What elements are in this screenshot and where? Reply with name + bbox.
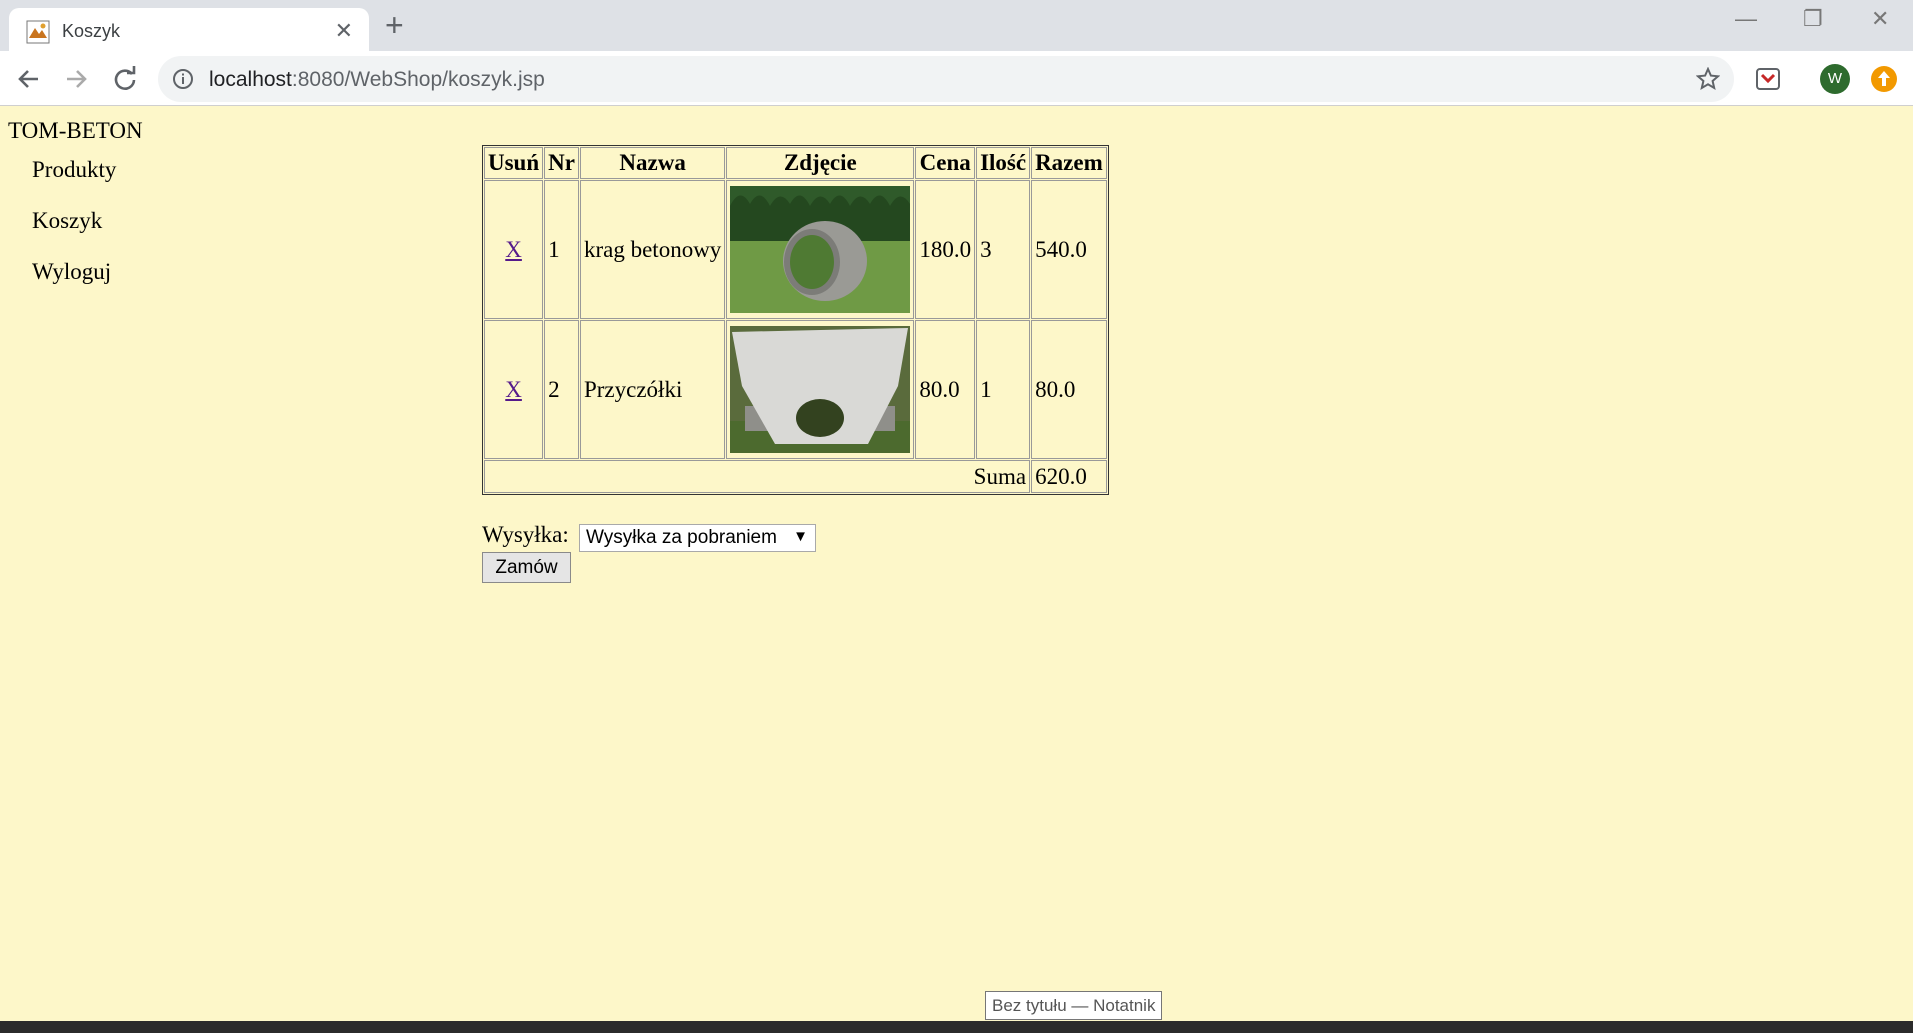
item-nr: 1 — [544, 180, 579, 319]
header-zdjecie: Zdjęcie — [726, 147, 915, 179]
shipping-label: Wysyłka: — [482, 522, 569, 547]
header-ilosc: Ilość — [976, 147, 1031, 179]
profile-avatar[interactable]: W — [1820, 64, 1850, 94]
concrete-ring-photo — [730, 186, 911, 313]
table-row: X 1 krag betonowy 180.0 3 540.0 — [484, 180, 1107, 319]
new-tab-icon[interactable]: + — [385, 8, 404, 42]
address-bar[interactable]: localhost:8080/WebShop/koszyk.jsp — [158, 56, 1734, 102]
concrete-abutment-photo — [730, 326, 911, 453]
minimize-icon[interactable]: — — [1735, 6, 1757, 32]
url-host: localhost — [209, 68, 292, 91]
menu-item-koszyk[interactable]: Koszyk — [32, 207, 116, 235]
item-qty: 1 — [976, 320, 1031, 459]
photo-cell — [726, 180, 915, 319]
sum-value: 620.0 — [1031, 460, 1107, 493]
item-name: Przyczółki — [579, 320, 726, 459]
photo-cell — [726, 320, 915, 459]
back-icon[interactable] — [14, 64, 44, 94]
header-nr: Nr — [544, 147, 579, 179]
item-name: krag betonowy — [579, 180, 726, 319]
order-button[interactable]: Zamów — [482, 552, 571, 583]
update-icon[interactable] — [1869, 64, 1899, 94]
sum-label: Suma — [484, 460, 1031, 493]
item-price: 180.0 — [915, 180, 976, 319]
remove-item-link[interactable]: X — [505, 377, 522, 402]
browser-toolbar: localhost:8080/WebShop/koszyk.jsp W — [0, 51, 1913, 106]
tab-close-icon[interactable]: ✕ — [335, 18, 353, 44]
item-total: 80.0 — [1031, 320, 1107, 459]
sum-row: Suma 620.0 — [484, 460, 1107, 493]
remove-cell: X — [484, 180, 544, 319]
os-taskbar — [0, 1021, 1913, 1033]
cart-header-row: Usuń Nr Nazwa Zdjęcie Cena Ilość Razem — [484, 147, 1107, 179]
site-brand: TOM-BETON — [8, 118, 143, 143]
side-menu: Produkty Koszyk Wyloguj — [32, 156, 116, 309]
item-qty: 3 — [976, 180, 1031, 319]
window-close-icon[interactable]: ✕ — [1871, 6, 1889, 32]
header-nazwa: Nazwa — [579, 147, 726, 179]
browser-tab-bar: Koszyk ✕ + — ❐ ✕ — [0, 0, 1913, 51]
restore-icon[interactable]: ❐ — [1803, 6, 1823, 32]
remove-item-link[interactable]: X — [505, 237, 522, 262]
reload-icon[interactable] — [110, 64, 140, 94]
bookmark-star-icon[interactable] — [1696, 67, 1720, 91]
item-nr: 2 — [544, 320, 579, 459]
header-usun: Usuń — [484, 147, 544, 179]
favicon-icon — [26, 20, 50, 44]
remove-cell: X — [484, 320, 544, 459]
tab-title: Koszyk — [62, 21, 121, 41]
shipping-select[interactable]: Wysyłka za pobraniem ▼ — [579, 524, 816, 552]
menu-item-produkty[interactable]: Produkty — [32, 156, 116, 184]
forward-icon[interactable] — [61, 64, 91, 94]
table-row: X 2 Przyczółki 80.0 1 80.0 — [484, 320, 1107, 459]
dropdown-arrow-icon: ▼ — [793, 528, 808, 545]
pocket-extension-icon[interactable] — [1753, 64, 1783, 94]
menu-item-wyloguj[interactable]: Wyloguj — [32, 258, 116, 286]
url-text: localhost:8080/WebShop/koszyk.jsp — [209, 68, 545, 92]
cart-table: Usuń Nr Nazwa Zdjęcie Cena Ilość Razem X… — [482, 145, 1109, 495]
shipping-selected-value: Wysyłka za pobraniem — [586, 527, 777, 548]
item-price: 80.0 — [915, 320, 976, 459]
item-total: 540.0 — [1031, 180, 1107, 319]
header-razem: Razem — [1031, 147, 1107, 179]
header-cena: Cena — [915, 147, 976, 179]
browser-tab[interactable]: Koszyk ✕ — [9, 8, 369, 51]
site-info-icon[interactable] — [172, 68, 194, 90]
taskbar-tooltip: Bez tytułu — Notatnik — [985, 991, 1163, 1020]
url-path: :8080/WebShop/koszyk.jsp — [291, 68, 545, 91]
